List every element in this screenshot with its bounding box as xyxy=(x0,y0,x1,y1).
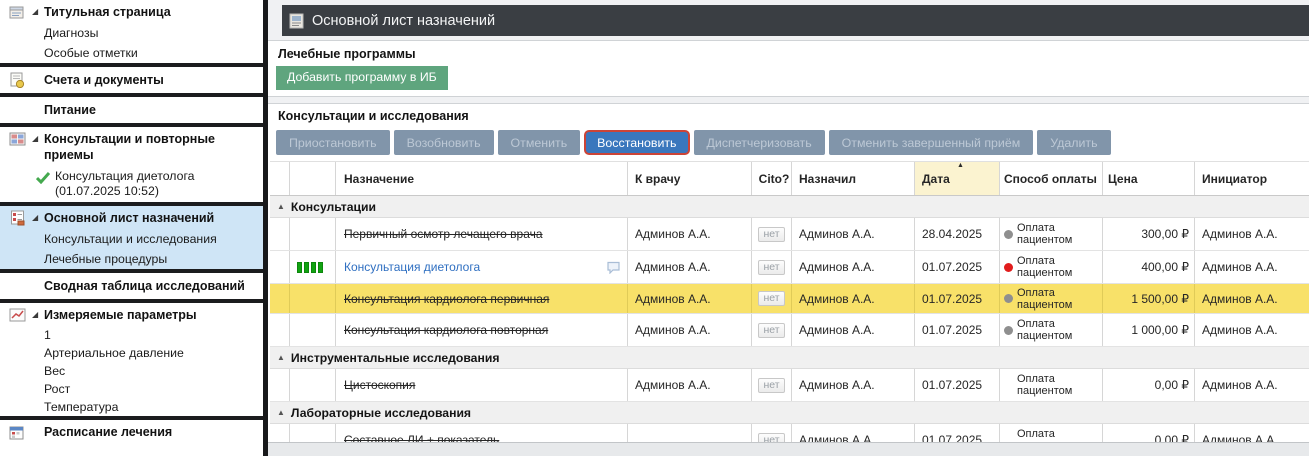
sidebar-group-consultations: ◢ Консультации и повторные приемы Консул… xyxy=(0,127,263,202)
resume-button[interactable]: Возобновить xyxy=(394,130,494,155)
sidebar-group-nutrition: Питание xyxy=(0,97,263,123)
invoices-icon xyxy=(6,72,28,88)
pause-button[interactable]: Приостановить xyxy=(276,130,390,155)
col-header-date[interactable]: ▲ Дата xyxy=(915,162,1000,195)
page-title-icon xyxy=(289,13,305,29)
appointment-name: Цистоскопия xyxy=(344,378,415,392)
sidebar-item-consultations-repeat[interactable]: ◢ Консультации и повторные приемы xyxy=(0,127,263,166)
sidebar-item-weight[interactable]: Вес xyxy=(0,362,263,380)
appointment-name: Консультация кардиолога первичная xyxy=(344,292,549,306)
group-collapse-icon: ▲ xyxy=(277,353,285,362)
consultations-section-title: Консультации и исследования xyxy=(278,109,1309,123)
sidebar-group-schedule: Расписание лечения xyxy=(0,420,263,442)
tree-expanded-icon: ◢ xyxy=(32,210,44,226)
sidebar-item-special-marks[interactable]: Особые отметки xyxy=(0,43,263,63)
appointment-name-link[interactable]: Консультация диетолога xyxy=(344,260,480,274)
col-header-doctor[interactable]: К врачу xyxy=(628,162,752,195)
sidebar-item-nutrition[interactable]: Питание xyxy=(0,97,263,123)
treatment-programs-section: Лечебные программы Добавить программу в … xyxy=(268,40,1309,97)
table-row-selected[interactable]: Консультация кардиолога первичная Админо… xyxy=(270,284,1309,314)
sidebar-item-height[interactable]: Рост xyxy=(0,380,263,398)
cancel-button[interactable]: Отменить xyxy=(498,130,581,155)
consultations-toolbar: Приостановить Возобновить Отменить Восст… xyxy=(276,130,1309,155)
sidebar-group-title-page: ◢ Титульная страница Диагнозы Особые отм… xyxy=(0,0,263,63)
sidebar-item-main-sheet[interactable]: ◢ Основной лист назначений xyxy=(0,206,263,229)
payment-status-dot xyxy=(1004,263,1013,272)
group-collapse-icon: ▲ xyxy=(277,408,285,417)
add-program-button[interactable]: Добавить программу в ИБ xyxy=(276,66,448,90)
page-title: Основной лист назначений xyxy=(312,13,495,29)
appointment-name: Консультация кардиолога повторная xyxy=(344,323,548,337)
delete-button[interactable]: Удалить xyxy=(1037,130,1110,155)
sidebar-item-temperature[interactable]: Температура xyxy=(0,398,263,416)
main-sheet-icon xyxy=(6,210,28,226)
parameters-icon xyxy=(6,307,28,323)
progress-bars-icon xyxy=(297,262,323,273)
col-header-initiator[interactable]: Инициатор xyxy=(1195,162,1309,195)
group-row-consultations[interactable]: ▲ Консультации xyxy=(270,196,1309,218)
payment-status-dot xyxy=(1004,326,1013,335)
sidebar-item-blood-pressure[interactable]: Артериальное давление xyxy=(0,344,263,362)
cancel-completed-visit-button[interactable]: Отменить завершенный приём xyxy=(829,130,1034,155)
table-row[interactable]: Консультация диетолога Админов А.А. нет … xyxy=(270,251,1309,284)
cito-badge: нет xyxy=(758,291,784,306)
sidebar-item-summary-table[interactable]: Сводная таблица исследований xyxy=(0,273,263,299)
group-row-instrumental[interactable]: ▲ Инструментальные исследования xyxy=(270,347,1309,369)
col-header-payment[interactable]: Способ оплаты xyxy=(1000,162,1103,195)
sidebar-item-invoices[interactable]: Счета и документы xyxy=(0,67,263,93)
sidebar-item-parameters[interactable]: ◢ Измеряемые параметры xyxy=(0,303,263,326)
col-header-assigned-by[interactable]: Назначил xyxy=(792,162,915,195)
sidebar-item-treatment-procedures[interactable]: Лечебные процедуры xyxy=(0,249,263,269)
payment-status-dot xyxy=(1004,230,1013,239)
appointment-name: Первичный осмотр лечащего врача xyxy=(344,227,543,241)
title-page-icon xyxy=(6,4,28,20)
bottom-strip xyxy=(268,442,1309,456)
sort-asc-icon: ▲ xyxy=(957,162,964,169)
consultations-section: Консультации и исследования Приостановит… xyxy=(268,103,1309,442)
sidebar-item-treatment-schedule[interactable]: Расписание лечения xyxy=(0,420,263,442)
appointment-name: Составное ЛИ + показатель xyxy=(344,433,499,442)
tree-expanded-icon: ◢ xyxy=(32,131,44,147)
table-header-row: Назначение К врачу Cito? Назначил ▲ Дата… xyxy=(270,161,1309,196)
main-area: Основной лист назначений Лечебные програ… xyxy=(268,0,1309,456)
group-collapse-icon: ▲ xyxy=(277,202,285,211)
sidebar-item-title-page[interactable]: ◢ Титульная страница xyxy=(0,0,263,23)
col-header-price[interactable]: Цена xyxy=(1103,162,1195,195)
sidebar-item-consultations-research[interactable]: Консультации и исследования xyxy=(0,229,263,249)
sidebar: ◢ Титульная страница Диагнозы Особые отм… xyxy=(0,0,268,456)
table-row[interactable]: Цистоскопия Админов А.А. нет Админов А.А… xyxy=(270,369,1309,402)
cito-badge: нет xyxy=(758,433,784,443)
treatment-programs-title: Лечебные программы xyxy=(278,47,1309,61)
dispatch-button[interactable]: Диспетчеризовать xyxy=(694,130,825,155)
payment-status-dot xyxy=(1004,294,1013,303)
sidebar-group-main-sheet: ◢ Основной лист назначений Консультации … xyxy=(0,206,263,269)
schedule-icon xyxy=(6,424,28,440)
cito-badge: нет xyxy=(758,260,784,275)
restore-button[interactable]: Восстановить xyxy=(584,130,689,155)
comment-bubble-icon[interactable] xyxy=(606,261,621,274)
group-row-laboratory[interactable]: ▲ Лабораторные исследования xyxy=(270,402,1309,424)
cito-badge: нет xyxy=(758,227,784,242)
appointments-table: Назначение К врачу Cito? Назначил ▲ Дата… xyxy=(270,161,1309,442)
cito-badge: нет xyxy=(758,323,784,338)
cito-badge: нет xyxy=(758,378,784,393)
table-row[interactable]: Консультация кардиолога повторная Админо… xyxy=(270,314,1309,347)
col-header-appointment[interactable]: Назначение xyxy=(336,162,628,195)
sidebar-group-summary-table: Сводная таблица исследований xyxy=(0,273,263,299)
sidebar-item-dietolog-consultation[interactable]: Консультация диетолога (01.07.2025 10:52… xyxy=(0,166,263,202)
sidebar-group-invoices: Счета и документы xyxy=(0,67,263,93)
green-check-icon xyxy=(36,171,50,184)
col-header-cito[interactable]: Cito? xyxy=(752,162,792,195)
table-row[interactable]: Первичный осмотр лечащего врача Админов … xyxy=(270,218,1309,251)
sidebar-item-parameter-1[interactable]: 1 xyxy=(0,326,263,344)
tree-expanded-icon: ◢ xyxy=(32,4,44,20)
sidebar-group-parameters: ◢ Измеряемые параметры 1 Артериальное да… xyxy=(0,303,263,416)
table-row[interactable]: Составное ЛИ + показатель нет Админов А.… xyxy=(270,424,1309,442)
page-titlebar: Основной лист назначений xyxy=(282,5,1309,36)
sidebar-item-diagnoses[interactable]: Диагнозы xyxy=(0,23,263,43)
consultations-icon xyxy=(6,131,28,147)
tree-expanded-icon: ◢ xyxy=(32,307,44,323)
